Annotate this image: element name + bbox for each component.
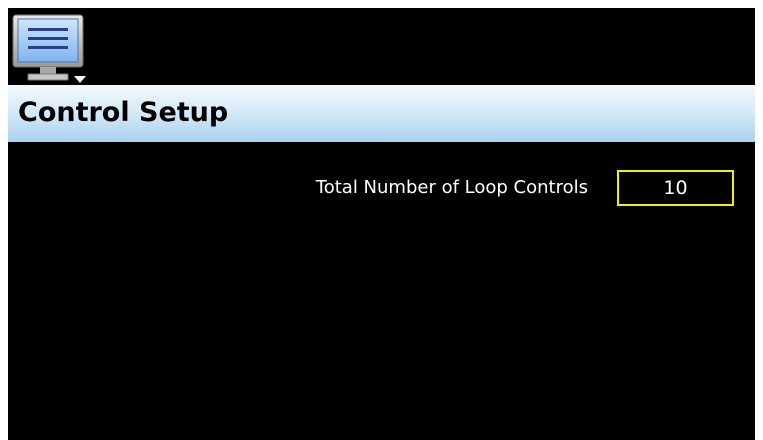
loop-controls-value-field[interactable]: 10 [617, 170, 734, 206]
setting-row-loop-controls: Total Number of Loop Controls 10 [8, 168, 755, 212]
touch-screen: Control Setup Total Number of Loop Contr… [8, 8, 755, 440]
monitor-menu-icon [12, 14, 86, 83]
loop-controls-label: Total Number of Loop Controls [315, 177, 588, 198]
page-title: Control Setup [18, 97, 229, 128]
title-bar: Control Setup [8, 85, 755, 142]
main-menu-button[interactable] [12, 14, 92, 84]
